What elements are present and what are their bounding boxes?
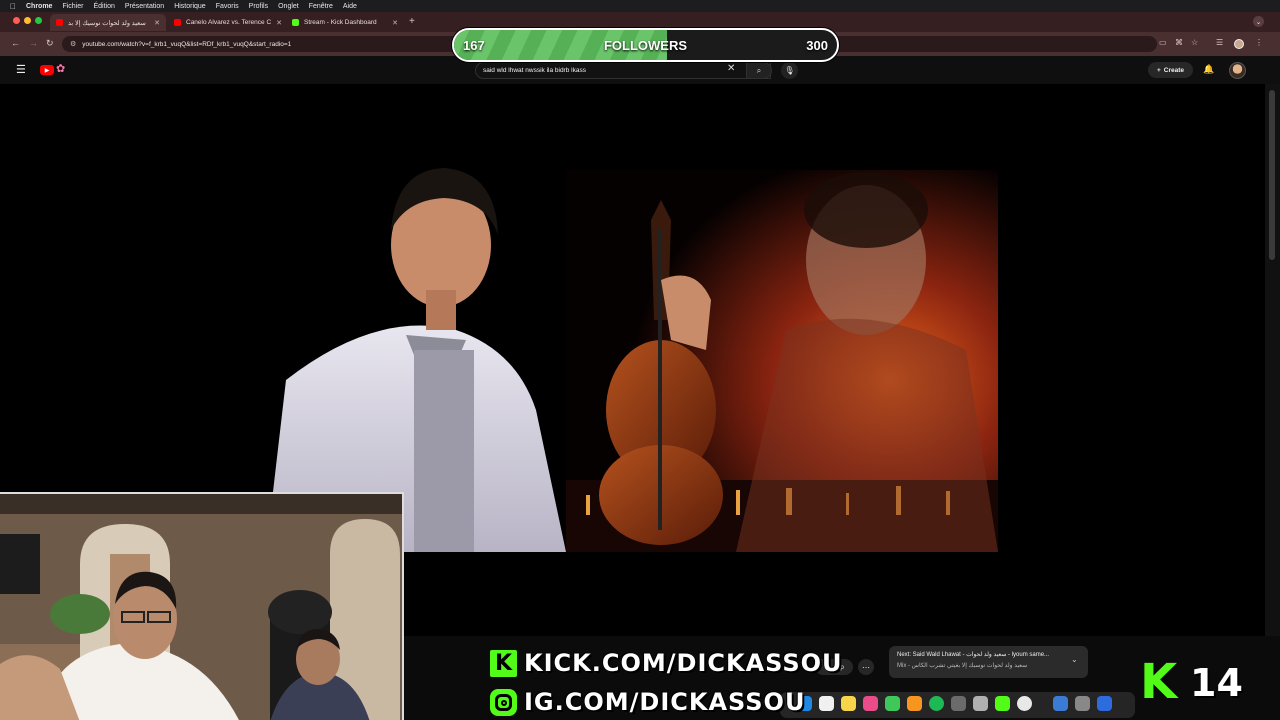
instagram-icon <box>490 689 517 716</box>
menu-item-window[interactable]: Fenêtre <box>309 3 333 10</box>
obs-icon[interactable] <box>1017 696 1032 711</box>
up-next-subtitle: Mix - سعيد ولد لحوات نوسيك إلا بغيتي تشر… <box>897 663 1028 669</box>
reload-icon[interactable]: ↻ <box>46 38 54 49</box>
microphone-icon[interactable]: 🎙 <box>781 62 798 79</box>
instagram-url: IG.COM/DICKASSOU <box>524 688 806 716</box>
tab-title: Stream - Kick Dashboard <box>304 19 377 26</box>
kick-logo: K <box>490 650 517 677</box>
tab-youtube-song[interactable]: سعيد ولد لحوات نوسيك إلا بد ✕ <box>50 14 166 31</box>
bell-icon[interactable]: 🔔 <box>1203 64 1214 75</box>
chevron-down-icon[interactable]: ⌄ <box>1071 655 1078 664</box>
spotify-icon[interactable] <box>929 696 944 711</box>
notes-icon[interactable] <box>819 696 834 711</box>
kick-app-icon[interactable] <box>995 696 1010 711</box>
up-next-title: Next: Said Wald Lhawat - سعيد ولد لحوات … <box>897 652 1050 658</box>
calculator-icon[interactable] <box>1075 696 1090 711</box>
apple-icon[interactable]:  <box>10 2 16 11</box>
search-query: said wld lhwat nwssik ila bidrb lkass <box>483 67 586 74</box>
cast-icon[interactable]: ▭ <box>1159 38 1167 47</box>
menu-item-view[interactable]: Présentation <box>125 3 164 10</box>
window-minimize-button[interactable] <box>24 17 31 24</box>
menu-app-name[interactable]: Chrome <box>26 3 52 10</box>
numbers-icon[interactable] <box>885 696 900 711</box>
stickies-icon[interactable] <box>841 696 856 711</box>
kick-channel-url: KICK.COM/DICKASSOU <box>524 649 843 677</box>
more-actions-icon[interactable]: ⋯ <box>858 659 874 675</box>
kick-viewers-logo: K <box>1140 654 1178 710</box>
tab-title: سعيد ولد لحوات نوسيك إلا بد <box>68 19 146 27</box>
menu-item-help[interactable]: Aide <box>343 3 357 10</box>
search-button[interactable]: ⌕ <box>746 62 772 79</box>
profile-avatar[interactable] <box>1234 39 1244 49</box>
youtube-logo[interactable]: ▶ <box>40 65 54 75</box>
menu-item-tab[interactable]: Onglet <box>278 3 299 10</box>
new-tab-plus-icon[interactable]: + <box>409 16 415 27</box>
address-url: youtube.com/watch?v=f_krb1_vuqQ&list=RDf… <box>82 40 292 48</box>
youtube-favicon-icon <box>174 19 181 26</box>
settings-icon[interactable] <box>951 696 966 711</box>
menu-item-history[interactable]: Historique <box>174 3 206 10</box>
site-settings-icon[interactable]: ⚙ <box>70 40 76 48</box>
window-zoom-button[interactable] <box>35 17 42 24</box>
menu-item-bookmarks[interactable]: Favoris <box>216 3 239 10</box>
photos-icon[interactable] <box>863 696 878 711</box>
tab-canelo-video[interactable]: Canelo Alvarez vs. Terence C ✕ <box>168 14 284 31</box>
create-label: Create <box>1163 66 1185 74</box>
zoom-icon[interactable] <box>1097 696 1112 711</box>
tab-close-icon[interactable]: ✕ <box>276 19 282 27</box>
youtube-favicon-icon <box>56 19 63 26</box>
youtube-doodle-icon[interactable]: ✿ <box>56 62 65 75</box>
menu-item-file[interactable]: Fichier <box>62 3 83 10</box>
finder-icon[interactable] <box>1053 696 1068 711</box>
scrollbar-thumb[interactable] <box>1269 90 1275 260</box>
followers-goal-bar: 167 FOLLOWERS 300 <box>452 28 839 62</box>
back-arrow-icon[interactable]: ← <box>11 38 20 48</box>
followers-label: FOLLOWERS <box>603 38 688 53</box>
plus-icon: + <box>1156 66 1161 74</box>
webcam-feed <box>0 492 404 720</box>
menu-item-profiles[interactable]: Profils <box>249 3 268 10</box>
search-icon: ⌕ <box>756 65 762 75</box>
utility-icon[interactable] <box>973 696 988 711</box>
translate-icon[interactable]: ⌘ <box>1175 38 1183 47</box>
more-vertical-icon[interactable]: ⋮ <box>1255 38 1263 47</box>
tab-search-chevron-icon[interactable]: ⌄ <box>1253 16 1264 27</box>
hamburger-icon[interactable]: ☰ <box>16 63 26 76</box>
up-next-card[interactable]: Next: Said Wald Lhawat - سعيد ولد لحوات … <box>889 646 1088 678</box>
tab-close-icon[interactable]: ✕ <box>154 19 160 27</box>
pages-icon[interactable] <box>907 696 922 711</box>
forward-arrow-icon[interactable]: → <box>29 38 38 48</box>
viewer-count: 14 <box>1190 661 1243 705</box>
tab-kick-dashboard[interactable]: Stream - Kick Dashboard ✕ <box>286 14 404 31</box>
kick-favicon-icon <box>292 19 299 26</box>
tab-close-icon[interactable]: ✕ <box>392 19 398 27</box>
macos-menu-bar:  Chrome Fichier Édition Présentation Hi… <box>0 0 1280 12</box>
followers-target: 300 <box>806 38 828 53</box>
bookmark-star-icon[interactable]: ☆ <box>1191 38 1198 47</box>
extensions-icon[interactable]: ☰ <box>1216 38 1223 47</box>
close-icon[interactable]: ✕ <box>727 63 735 74</box>
tab-title: Canelo Alvarez vs. Terence C <box>186 19 272 26</box>
window-close-button[interactable] <box>13 17 20 24</box>
menu-item-edit[interactable]: Édition <box>93 3 114 10</box>
account-avatar[interactable] <box>1229 62 1246 79</box>
webcam-scene-illustration <box>0 494 402 720</box>
create-button[interactable]: + Create <box>1148 62 1193 78</box>
